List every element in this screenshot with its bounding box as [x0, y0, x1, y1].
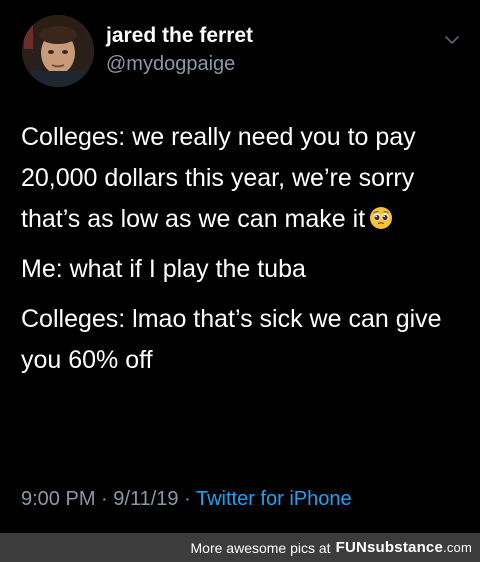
user-handle[interactable]: @mydogpaige — [106, 53, 235, 76]
meta-separator: · — [101, 488, 108, 510]
brand-fun: FUN — [335, 539, 368, 556]
tweet-time[interactable]: 9:00 PM — [21, 488, 95, 510]
tweet-source-link[interactable]: Twitter for iPhone — [196, 488, 352, 510]
watermark-footer: More awesome pics at FUNsubstance.com — [0, 533, 480, 562]
tweet-date[interactable]: 9/11/19 — [113, 488, 178, 510]
profile-photo-icon — [22, 15, 94, 87]
tweet-text: Colleges: we really need you to pay 20,0… — [21, 117, 466, 381]
footer-text: More awesome pics at — [190, 539, 331, 556]
tweet-meta: 9:00 PM · 9/11/19 · Twitter for iPhone — [21, 488, 352, 511]
tweet-paragraph: Colleges: lmao that’s sick we can give y… — [21, 305, 442, 374]
chevron-down-icon[interactable] — [444, 32, 460, 48]
brand-rest: substance — [367, 539, 444, 556]
brand-domain: .com — [443, 540, 472, 555]
meta-separator: · — [184, 488, 191, 510]
tweet-paragraph: Me: what if I play the tuba — [21, 255, 306, 283]
avatar[interactable] — [22, 15, 94, 87]
tweet-paragraph-text: Colleges: we really need you to pay 20,0… — [21, 123, 416, 233]
site-logo[interactable]: FUNsubstance.com — [336, 539, 472, 556]
display-name[interactable]: jared the ferret — [106, 24, 253, 48]
tweet-paragraph: Colleges: we really need you to pay 20,0… — [21, 117, 466, 240]
tweet-card: jared the ferret @mydogpaige Colleges: w… — [0, 0, 480, 533]
pleading-face-emoji-icon — [370, 207, 393, 229]
